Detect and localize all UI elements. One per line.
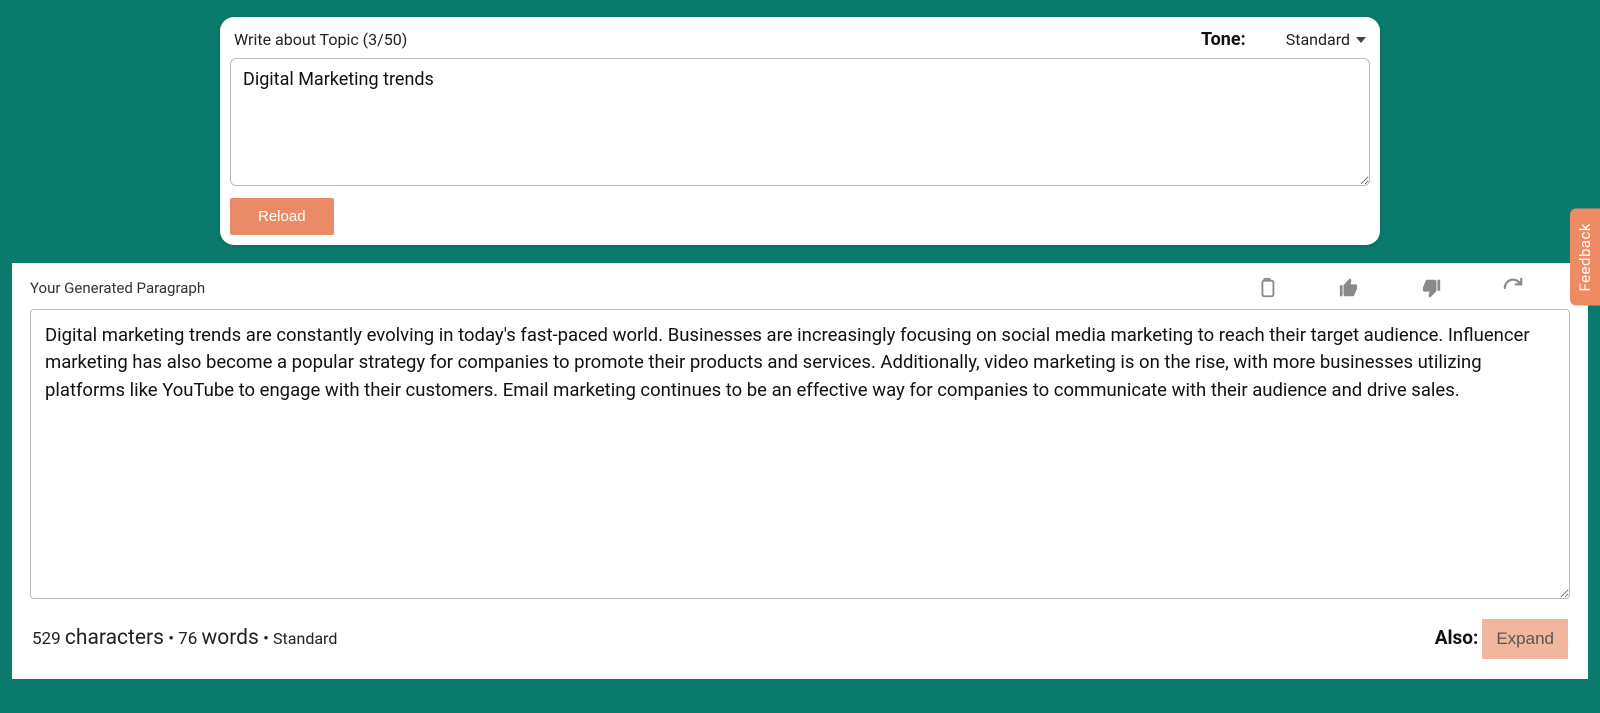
topic-textarea[interactable] xyxy=(230,58,1370,186)
thumbs-down-icon[interactable] xyxy=(1420,277,1442,299)
redo-icon[interactable] xyxy=(1502,277,1524,299)
also-actions: Also: Expand xyxy=(1435,619,1568,659)
separator: • xyxy=(263,629,269,649)
chevron-down-icon xyxy=(1356,37,1366,43)
word-label: words xyxy=(201,626,258,650)
output-textarea[interactable] xyxy=(30,309,1570,599)
output-header: Your Generated Paragraph xyxy=(30,277,1570,299)
char-label: characters xyxy=(65,626,164,650)
feedback-tab[interactable]: Feedback xyxy=(1570,209,1600,306)
output-stats: 529 characters • 76 words • Standard xyxy=(32,626,337,650)
output-actions xyxy=(1256,277,1570,299)
tone-select[interactable]: Standard xyxy=(1286,30,1366,49)
input-header: Write about Topic (3/50) Tone: Standard xyxy=(230,29,1370,58)
stats-tone: Standard xyxy=(273,629,337,648)
output-title: Your Generated Paragraph xyxy=(30,279,205,297)
tone-controls: Tone: Standard xyxy=(1201,29,1366,50)
topic-input-card: Write about Topic (3/50) Tone: Standard … xyxy=(220,17,1380,245)
expand-button[interactable]: Expand xyxy=(1482,619,1568,659)
clipboard-icon[interactable] xyxy=(1256,277,1278,299)
thumbs-up-icon[interactable] xyxy=(1338,277,1360,299)
also-label: Also: xyxy=(1435,626,1479,649)
tone-selected-value: Standard xyxy=(1286,30,1350,49)
topic-label: Write about Topic (3/50) xyxy=(234,30,407,49)
output-card: Your Generated Paragraph 529 characters … xyxy=(12,263,1588,679)
separator: • xyxy=(168,629,174,649)
reload-button[interactable]: Reload xyxy=(230,198,334,235)
char-count: 529 xyxy=(32,629,61,649)
tone-label: Tone: xyxy=(1201,29,1246,50)
word-count: 76 xyxy=(178,629,197,649)
output-footer: 529 characters • 76 words • Standard Als… xyxy=(30,619,1570,665)
